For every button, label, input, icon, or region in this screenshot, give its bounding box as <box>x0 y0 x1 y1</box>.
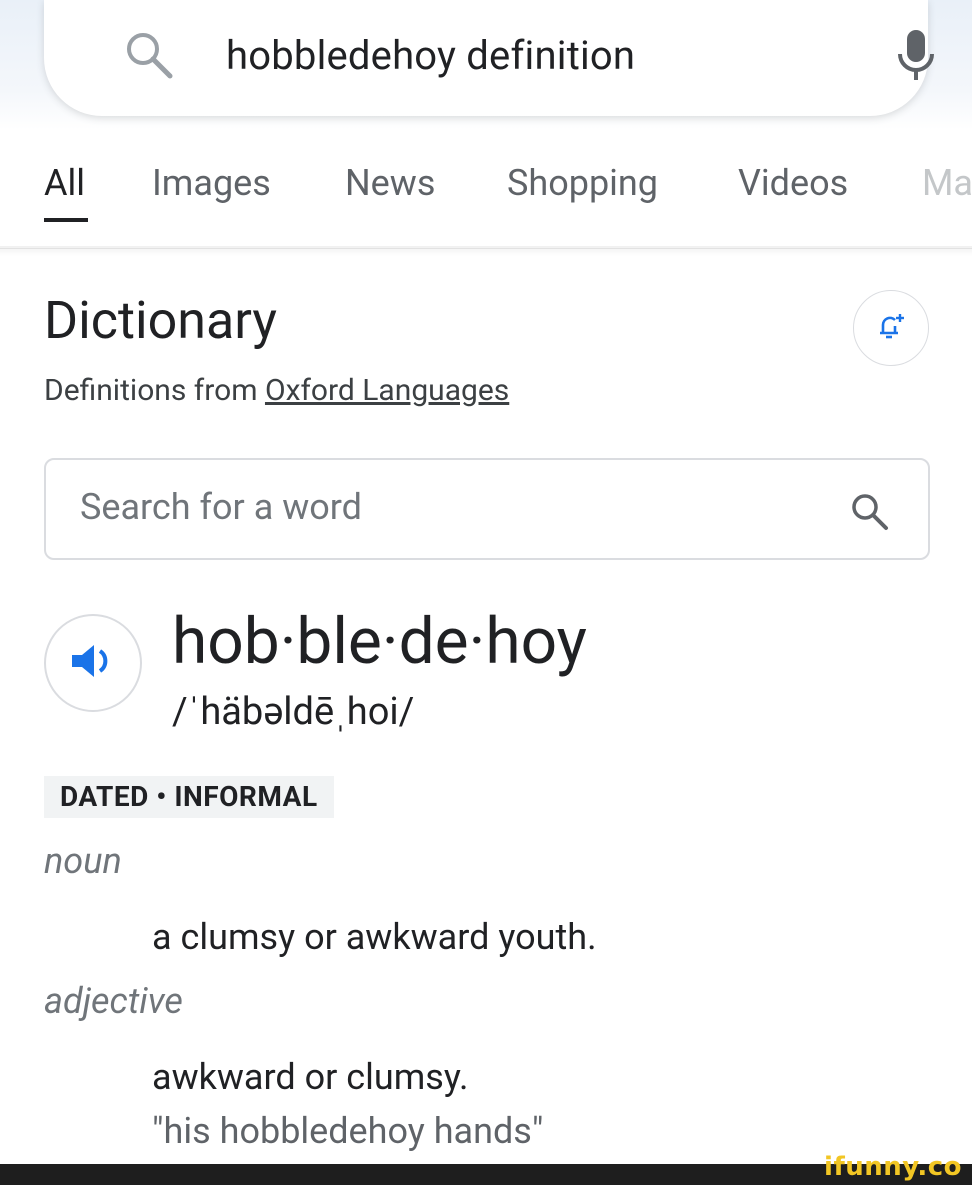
source-prefix: Definitions from <box>44 373 258 408</box>
speaker-icon <box>68 639 118 687</box>
example-sentence: "his hobbledehoy hands" <box>152 1110 544 1152</box>
word-search-placeholder[interactable]: Search for a word <box>80 486 362 528</box>
definition-adjective: awkward or clumsy. <box>152 1056 469 1098</box>
definitions-source: Definitions from Oxford Languages <box>44 373 509 408</box>
microphone-icon[interactable] <box>894 28 938 88</box>
search-bar[interactable]: hobbledehoy definition <box>44 0 934 116</box>
part-of-speech-noun: noun <box>44 840 122 882</box>
word-search-field[interactable]: Search for a word <box>44 458 930 560</box>
tab-news[interactable]: News <box>345 162 435 204</box>
tab-images[interactable]: Images <box>152 162 271 204</box>
part-of-speech-adjective: adjective <box>44 980 183 1022</box>
tab-all[interactable]: All <box>44 162 85 204</box>
phonetic-transcription: /ˈhäbəldēˌhoi/ <box>172 690 415 734</box>
dictionary-title: Dictionary <box>44 290 277 351</box>
tab-videos[interactable]: Videos <box>738 162 848 204</box>
search-query[interactable]: hobbledehoy definition <box>226 32 635 79</box>
search-tabs: All Images News Shopping Videos Ma <box>0 130 972 249</box>
oxford-languages-link[interactable]: Oxford Languages <box>265 373 509 408</box>
tab-shopping[interactable]: Shopping <box>507 162 658 204</box>
pronunciation-button[interactable] <box>44 614 142 712</box>
tabs-shadow <box>0 246 972 256</box>
search-icon[interactable] <box>124 30 174 84</box>
headword: hob·ble·de·hoy <box>172 604 587 679</box>
search-icon[interactable] <box>850 492 890 536</box>
bell-plus-icon <box>875 310 907 346</box>
definition-noun: a clumsy or awkward youth. <box>152 916 597 958</box>
usage-label-badge: DATED • INFORMAL <box>44 776 334 818</box>
ifunny-watermark: ifunny.co <box>824 1152 962 1182</box>
watermark-bar: ifunny.co <box>0 1152 972 1185</box>
tab-more[interactable]: Ma <box>922 162 972 204</box>
add-alert-button[interactable] <box>853 290 929 366</box>
active-tab-indicator <box>44 218 88 222</box>
